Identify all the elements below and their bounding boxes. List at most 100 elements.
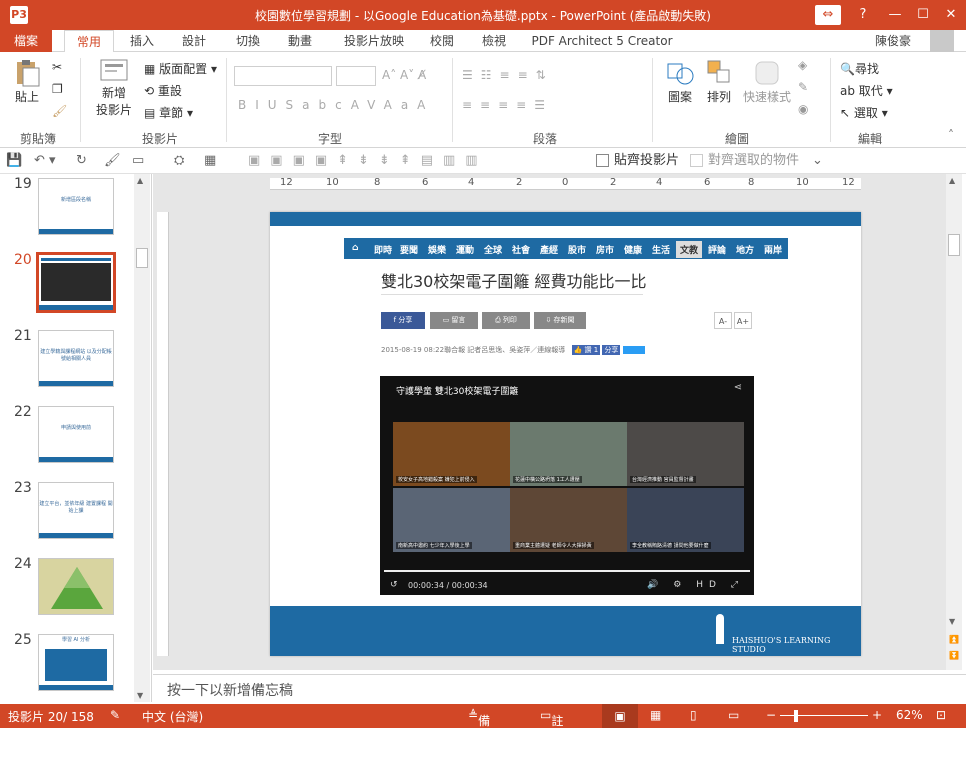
- font-size-combobox[interactable]: [336, 66, 376, 86]
- zoom-level[interactable]: 62%: [896, 708, 923, 722]
- shape-effects-icon[interactable]: ◉: [798, 102, 808, 116]
- undo-icon[interactable]: ↶ ▾: [34, 152, 56, 170]
- zoom-slider-thumb[interactable]: [794, 710, 798, 722]
- tab-review[interactable]: 校閱: [420, 30, 464, 52]
- collapse-ribbon-icon[interactable]: ˄: [948, 128, 954, 142]
- font-increase-button: A+: [734, 312, 752, 329]
- align-buttons-icon[interactable]: ≡≡≡≡☰: [462, 98, 553, 112]
- find-button[interactable]: 🔍尋找: [840, 60, 879, 77]
- news-nav-item-active: 文教: [676, 241, 703, 258]
- ruler-label: 12: [280, 177, 293, 188]
- customize-qat-icon[interactable]: ⌄: [812, 152, 823, 170]
- scroll-thumb[interactable]: [948, 234, 960, 256]
- slideshow-view-button[interactable]: ▭: [728, 708, 739, 722]
- news-nav-item: 健康: [624, 246, 643, 256]
- list-buttons-icon[interactable]: ☰☷≡≡⇅: [462, 68, 554, 82]
- thumbnail-slide-selected[interactable]: [36, 252, 116, 313]
- arrange-button[interactable]: 排列: [704, 58, 734, 105]
- user-name[interactable]: 陳俊豪: [868, 30, 918, 52]
- slide-sorter-view-button[interactable]: ▦: [650, 708, 661, 722]
- notes-pane[interactable]: 按一下以新增備忘稿: [153, 674, 966, 704]
- thumbnail-slide[interactable]: 建立平台，並依年級 建置課程 開始上課: [38, 482, 114, 539]
- thumbnail-slide[interactable]: 申請與使用前: [38, 406, 114, 463]
- save-icon[interactable]: 💾: [6, 152, 22, 170]
- avatar[interactable]: [930, 30, 954, 52]
- thumbnail-footer-bar: [39, 457, 113, 462]
- shapes-button[interactable]: 圖案: [660, 58, 700, 105]
- thumbnail-caption: 新增區段名稱: [60, 197, 91, 203]
- normal-view-button[interactable]: ▣: [602, 704, 638, 728]
- comments-button[interactable]: ▭ 註解: [540, 708, 563, 745]
- font-size-buttons-icon[interactable]: A˄ A˅ A̸: [382, 68, 426, 82]
- scroll-down-icon[interactable]: ▼: [137, 691, 143, 700]
- redo-icon[interactable]: ↻: [76, 152, 87, 170]
- notes-button[interactable]: ≜ 備忘稿: [468, 708, 490, 762]
- minimize-button[interactable]: —: [880, 4, 910, 26]
- save-news-button: ⇩ 存新聞: [534, 312, 586, 329]
- language-indicator[interactable]: 中文 (台灣): [142, 708, 203, 725]
- shape-fill-icon[interactable]: ◈: [798, 58, 807, 72]
- slide-scrollbar[interactable]: ▲ ▼ ⏫ ⏬: [946, 174, 962, 670]
- next-slide-icon[interactable]: ⏬: [949, 651, 959, 660]
- thumbnail-slide[interactable]: 建立學籍與課程網站 以及分配帳號給相關人員: [38, 330, 114, 387]
- video-thumbnail: 李全教稱賄賂清德 請問他要做什麼: [627, 488, 744, 552]
- select-button[interactable]: ↖ 選取 ▾: [840, 104, 888, 121]
- format-painter-qat-icon[interactable]: 🖌: [104, 152, 121, 170]
- selection-pane-icon[interactable]: ▦: [204, 152, 216, 170]
- align-selected-checkbox[interactable]: [690, 154, 703, 167]
- tab-transitions[interactable]: 切換: [226, 30, 270, 52]
- font-format-buttons-icon[interactable]: BIUSabcAVAaA: [238, 98, 434, 112]
- fit-slide-icon[interactable]: ⊡: [936, 708, 946, 722]
- tab-animations[interactable]: 動畫: [278, 30, 322, 52]
- scroll-up-icon[interactable]: ▲: [949, 176, 955, 185]
- tab-pdf-architect[interactable]: PDF Architect 5 Creator: [528, 30, 676, 52]
- close-button[interactable]: ✕: [936, 4, 966, 26]
- tab-insert[interactable]: 插入: [120, 30, 164, 52]
- reading-view-button[interactable]: ▯: [690, 708, 697, 722]
- animation-pane-icon[interactable]: ⛭: [174, 152, 184, 170]
- reset-button[interactable]: ⟲ 重設: [144, 82, 182, 99]
- thumbnail-slide[interactable]: 新增區段名稱: [38, 178, 114, 235]
- paste-button[interactable]: 貼上: [10, 58, 44, 118]
- tab-design[interactable]: 設計: [172, 30, 216, 52]
- shape-outline-icon[interactable]: ✎: [798, 80, 808, 94]
- thumbnail-scrollbar[interactable]: ▲ ▼: [134, 174, 150, 702]
- cut-icon[interactable]: ✂: [52, 60, 62, 74]
- news-nav-item: 股市: [568, 246, 587, 256]
- text-box-icon[interactable]: ▭: [132, 152, 144, 170]
- quick-styles-button[interactable]: 快速樣式: [742, 58, 792, 105]
- tab-home[interactable]: 常用: [64, 30, 114, 53]
- replace-button[interactable]: ab 取代 ▾: [840, 82, 893, 99]
- snap-to-slide-checkbox[interactable]: [596, 154, 609, 167]
- zoom-out-button[interactable]: −: [766, 708, 776, 722]
- thumbnail-slide[interactable]: 學習 AI 分析: [38, 634, 114, 691]
- scroll-thumb[interactable]: [136, 248, 148, 268]
- maximize-button[interactable]: ☐: [908, 4, 938, 26]
- spellcheck-icon[interactable]: ✎: [110, 708, 120, 722]
- ribbon-tabs: 檔案 常用 插入 設計 切換 動畫 投影片放映 校閱 檢視 PDF Archit…: [0, 30, 966, 53]
- ribbon-display-options-button[interactable]: ⇔: [815, 5, 841, 25]
- align-distribute-icons[interactable]: ▣▣▣▣⇞⇟⇟⇞▤▥▥: [248, 152, 488, 170]
- help-icon[interactable]: ?: [848, 4, 878, 26]
- previous-slide-icon[interactable]: ⏫: [949, 635, 959, 644]
- font-name-combobox[interactable]: [234, 66, 332, 86]
- slide-thumbnail-pane: 19 新增區段名稱 20 21 建立學籍與課程網站 以及分配帳號給相關人員 22…: [0, 174, 152, 702]
- scroll-up-icon[interactable]: ▲: [137, 176, 143, 185]
- thumbnail-slide[interactable]: [38, 558, 114, 615]
- layout-button[interactable]: ▦ 版面配置 ▾: [144, 60, 217, 77]
- video-thumbnail: 花蓮中橫公路坍落 1工人遭壓: [510, 422, 627, 486]
- tab-view[interactable]: 檢視: [472, 30, 516, 52]
- section-button[interactable]: ▤ 章節 ▾: [144, 104, 193, 121]
- copy-icon[interactable]: ❐: [52, 82, 63, 96]
- new-slide-button[interactable]: 新增 投影片: [92, 58, 136, 118]
- news-headline: 雙北30校架電子圍籬 經費功能比一比: [381, 272, 647, 291]
- format-painter-icon[interactable]: 🖌: [52, 104, 67, 118]
- divider: [452, 58, 453, 142]
- tab-slideshow[interactable]: 投影片放映: [334, 30, 414, 52]
- reset-icon: ⟲: [144, 84, 158, 98]
- scroll-down-icon[interactable]: ▼: [949, 617, 955, 626]
- zoom-in-button[interactable]: +: [872, 708, 882, 722]
- current-slide[interactable]: ⌂ 即時 要聞 娛樂 運動 全球 社會 產經 股市 房市 健康 生活 文教 評論…: [270, 212, 861, 656]
- shapes-label: 圖案: [667, 90, 692, 104]
- tab-file[interactable]: 檔案: [0, 30, 52, 52]
